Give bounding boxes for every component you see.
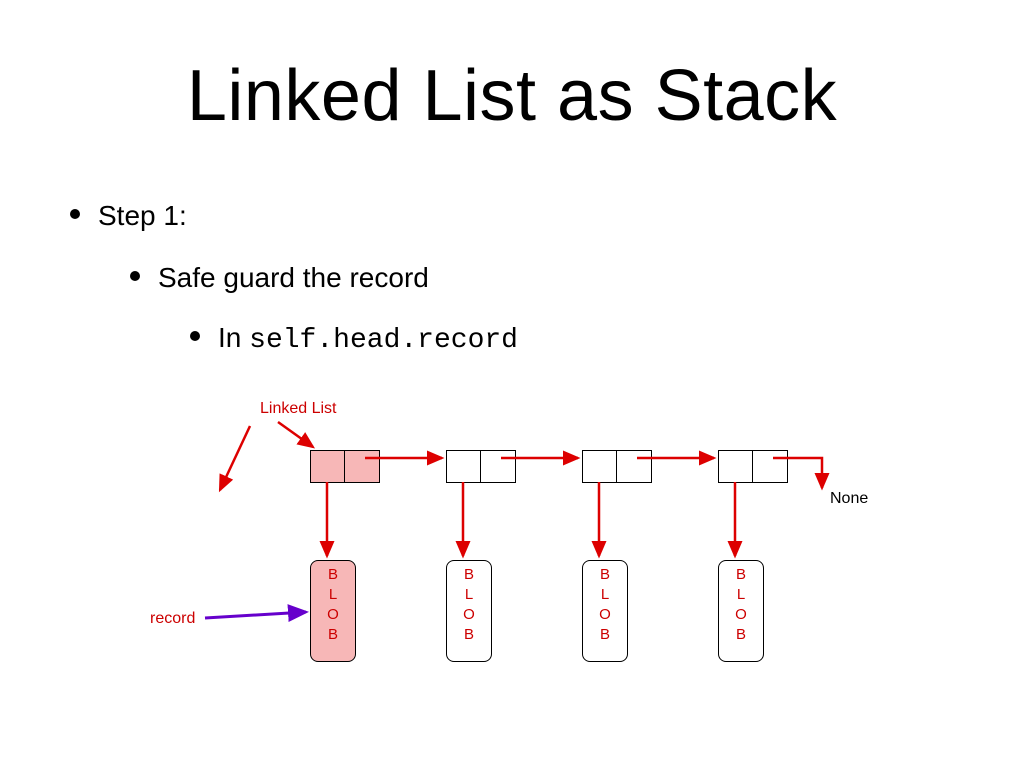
slide: Linked List as Stack Step 1: Safe guard …: [0, 0, 1024, 768]
bullet-1-text: Step 1:: [98, 200, 187, 231]
linked-list-diagram: Linked List record None BLOB BLOB BLOB B…: [150, 400, 890, 680]
bullet-level-3: In self.head.record: [190, 322, 518, 356]
bullet-3-prefix: In: [218, 322, 249, 353]
bullet-dot: [130, 271, 140, 281]
bullet-2-text: Safe guard the record: [158, 262, 429, 293]
bullet-level-1: Step 1:: [70, 200, 518, 232]
bullet-dot: [70, 209, 80, 219]
bullet-dot: [190, 331, 200, 341]
bullet-list: Step 1: Safe guard the record In self.he…: [70, 190, 518, 356]
diagram-arrows: [150, 400, 890, 680]
bullet-level-2: Safe guard the record: [130, 262, 518, 294]
slide-title: Linked List as Stack: [0, 55, 1024, 137]
bullet-3-code: self.head.record: [249, 325, 518, 356]
